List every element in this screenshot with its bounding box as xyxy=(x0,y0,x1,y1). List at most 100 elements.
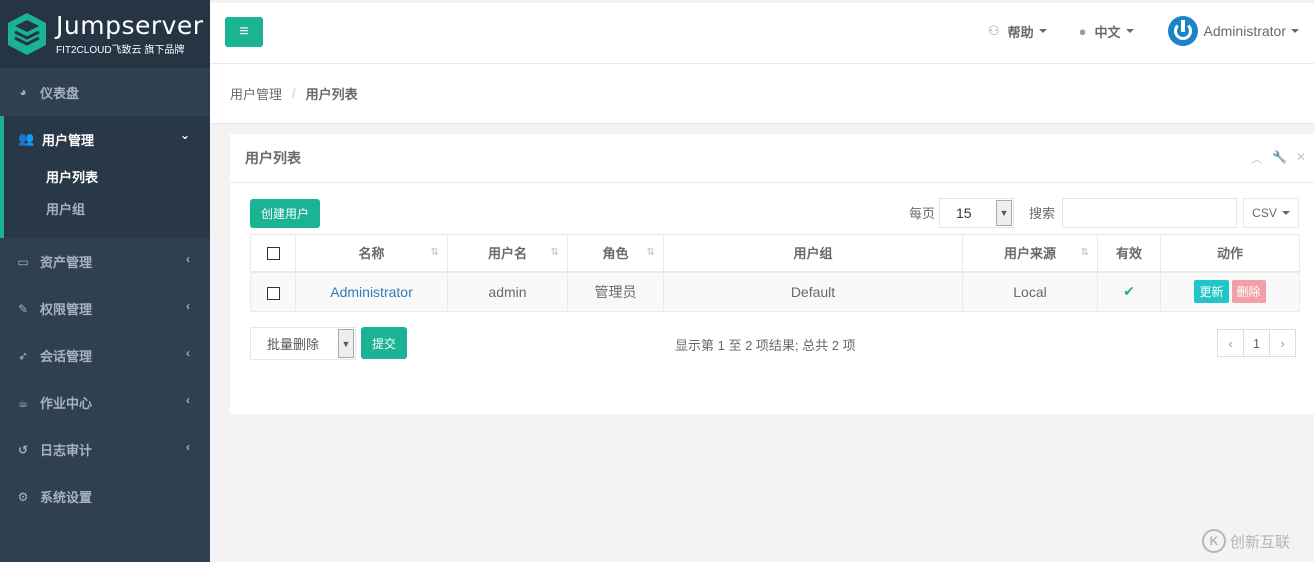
sidebar-item-label: 日志审计 xyxy=(40,443,93,458)
table-header-row: 名称 ⇅ 用户名 ⇅ 角色 ⇅ 用户组 用户来源 ⇅ 有效 动作 xyxy=(250,234,1300,273)
cell-name: Administrator xyxy=(295,271,448,312)
sidebar-item-audit[interactable]: ↺ 日志审计 ‹ xyxy=(0,426,210,473)
sidebar-item-jobs[interactable]: ☕ 作业中心 ‹ xyxy=(0,379,210,426)
history-icon: ↺ xyxy=(17,442,29,457)
prev-page-button[interactable]: ‹ xyxy=(1217,329,1244,357)
cell-valid: ✔ xyxy=(1097,271,1161,312)
next-page-button[interactable]: › xyxy=(1269,329,1296,357)
breadcrumb: 用户管理 / 用户列表 xyxy=(210,64,1314,124)
top-navbar: ≡ ⚇ 帮助 ● 中文 Administrator xyxy=(210,0,1314,64)
search-label: 搜索 xyxy=(1029,206,1056,221)
brand-name: Jumpserver xyxy=(56,10,204,40)
csv-label: CSV xyxy=(1252,206,1277,220)
close-icon[interactable]: ✕ xyxy=(1296,150,1306,167)
select-all-checkbox[interactable] xyxy=(266,247,280,261)
chevron-left-icon: ‹ xyxy=(186,440,190,454)
avatar xyxy=(1167,16,1198,46)
search-input[interactable] xyxy=(1062,198,1237,228)
per-page-select[interactable]: 15 ▼ xyxy=(939,198,1014,228)
row-checkbox[interactable] xyxy=(266,286,280,300)
user-table: 名称 ⇅ 用户名 ⇅ 角色 ⇅ 用户组 用户来源 ⇅ 有效 动作 Administrat… xyxy=(250,234,1300,312)
check-icon: ✔ xyxy=(1123,283,1135,300)
cogs-icon: ⚙ xyxy=(17,489,29,504)
edit-icon: ✎ xyxy=(17,301,29,316)
column-header-group: 用户组 xyxy=(663,234,963,273)
user-menu[interactable]: Administrator xyxy=(1167,16,1299,46)
delete-button[interactable]: 删除 xyxy=(1231,280,1266,304)
sidebar-subitem-user-group[interactable]: 用户组 xyxy=(4,194,210,226)
bulk-action-value: 批量删除 xyxy=(267,337,320,352)
column-header-valid: 有效 xyxy=(1097,234,1161,273)
breadcrumb-separator: / xyxy=(292,86,296,101)
sidebar-item-user-management: 👥 用户管理 ⌄ 用户列表 用户组 xyxy=(0,116,210,238)
breadcrumb-parent[interactable]: 用户管理 xyxy=(230,84,282,103)
user-name: Administrator xyxy=(1203,23,1286,39)
column-header-source[interactable]: 用户来源 ⇅ xyxy=(962,234,1098,273)
csv-export-button[interactable]: CSV xyxy=(1243,198,1299,228)
globe-icon: ● xyxy=(1078,23,1087,39)
sidebar-item-label: 会话管理 xyxy=(40,349,93,364)
table-row: Administrator admin 管理员 Default Local ✔ … xyxy=(250,271,1300,312)
chevron-down-icon: ▼ xyxy=(996,200,1012,226)
watermark-logo-icon: K xyxy=(1202,529,1226,553)
menu-toggle-button[interactable]: ≡ xyxy=(225,17,263,47)
jumpserver-logo-icon xyxy=(8,13,46,55)
cell-source: Local xyxy=(962,271,1098,312)
chevron-left-icon: ‹ xyxy=(186,299,190,313)
bulk-action-select[interactable]: 批量删除 ▼ xyxy=(250,327,356,360)
select-all-header xyxy=(250,234,296,273)
chevron-down-icon: ⌄ xyxy=(179,128,190,142)
wrench-icon[interactable]: 🔧 xyxy=(1272,150,1287,167)
help-label: 帮助 xyxy=(1007,24,1034,40)
coffee-icon: ☕ xyxy=(17,395,29,410)
submit-button[interactable]: 提交 xyxy=(361,327,407,359)
language-menu[interactable]: ● 中文 xyxy=(1079,22,1134,41)
caret-down-icon xyxy=(1125,29,1134,33)
user-list-panel: 用户列表 ︿ 🔧 ✕ 创建用户 每页 15 ▼ 搜索 CSV 名称 ⇅ 用户名 ⇅ … xyxy=(230,134,1314,414)
caret-down-icon xyxy=(1291,29,1299,33)
brand-tagline: FIT2CLOUD飞致云 旗下品牌 xyxy=(56,44,185,56)
sidebar-item-permissions[interactable]: ✎ 权限管理 ‹ xyxy=(0,285,210,332)
collapse-icon[interactable]: ︿ xyxy=(1251,150,1263,167)
sidebar-item-label: 资产管理 xyxy=(40,255,93,270)
sidebar-item-label: 仪表盘 xyxy=(40,85,80,101)
column-header-role[interactable]: 角色 ⇅ xyxy=(567,234,664,273)
per-page-label: 每页 xyxy=(909,206,936,221)
users-icon: 👥 xyxy=(18,131,35,146)
chevron-down-icon: ▼ xyxy=(338,329,354,358)
sidebar-item-user-management-toggle[interactable]: 👥 用户管理 ⌄ xyxy=(4,116,210,162)
per-page-value: 15 xyxy=(956,205,972,221)
brand-logo[interactable]: Jumpserver FIT2CLOUD飞致云 旗下品牌 xyxy=(0,0,210,68)
panel-title: 用户列表 xyxy=(245,150,301,166)
caret-down-icon xyxy=(1281,211,1290,215)
help-menu[interactable]: ⚇ 帮助 xyxy=(988,22,1047,41)
column-header-name[interactable]: 名称 ⇅ xyxy=(295,234,448,273)
sort-icon: ⇅ xyxy=(550,247,559,258)
rocket-icon: ➶ xyxy=(17,348,29,363)
handshake-icon: ⚇ xyxy=(987,23,1000,38)
cell-group: Default xyxy=(663,271,963,312)
create-user-button[interactable]: 创建用户 xyxy=(250,199,320,228)
sidebar-subitem-user-list[interactable]: 用户列表 xyxy=(4,162,210,194)
pagination: ‹ 1 › xyxy=(1217,329,1296,357)
column-header-username[interactable]: 用户名 ⇅ xyxy=(447,234,568,273)
sidebar-item-label: 系统设置 xyxy=(40,490,93,505)
cell-role: 管理员 xyxy=(567,271,664,312)
sidebar-item-assets[interactable]: ▭ 资产管理 ‹ xyxy=(0,238,210,285)
sort-icon: ⇅ xyxy=(1080,247,1089,258)
chevron-left-icon: ‹ xyxy=(186,346,190,360)
update-button[interactable]: 更新 xyxy=(1194,280,1229,304)
page-button[interactable]: 1 xyxy=(1243,329,1270,357)
sidebar: Jumpserver FIT2CLOUD飞致云 旗下品牌 ◕ 仪表盘 👥 用户管… xyxy=(0,0,210,562)
chevron-left-icon: ‹ xyxy=(186,252,190,266)
sidebar-item-sessions[interactable]: ➶ 会话管理 ‹ xyxy=(0,332,210,379)
sidebar-item-settings[interactable]: ⚙ 系统设置 xyxy=(0,473,210,520)
chevron-left-icon: ‹ xyxy=(186,393,190,407)
panel-tools: ︿ 🔧 ✕ xyxy=(1251,150,1306,167)
user-name-link[interactable]: Administrator xyxy=(330,284,412,300)
watermark-text: 创新互联 xyxy=(1230,533,1291,551)
sidebar-item-label: 作业中心 xyxy=(40,396,93,411)
sidebar-item-dashboard[interactable]: ◕ 仪表盘 xyxy=(0,68,210,116)
sort-icon: ⇅ xyxy=(646,247,655,258)
breadcrumb-current: 用户列表 xyxy=(305,87,358,102)
